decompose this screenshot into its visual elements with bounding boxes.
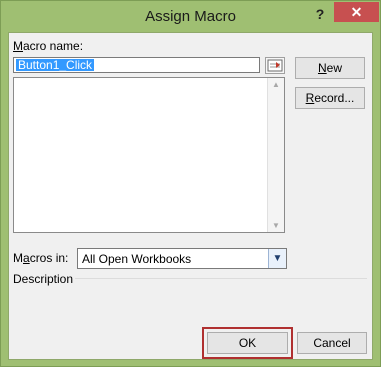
help-button[interactable]: ?: [309, 3, 331, 25]
macro-name-value: Button1_Click: [16, 58, 95, 72]
close-icon: ✕: [350, 4, 363, 20]
description-divider: [75, 278, 367, 279]
chevron-down-icon[interactable]: ▼: [268, 249, 286, 268]
assign-macro-dialog: Assign Macro ? ✕ Macro name: Button1_Cli…: [0, 0, 381, 367]
macro-name-input[interactable]: Button1_Click: [13, 57, 260, 73]
close-button[interactable]: ✕: [334, 2, 379, 22]
macros-in-value: All Open Workbooks: [82, 252, 192, 266]
collapse-dialog-icon: [267, 59, 283, 72]
macros-in-label: Macros in:: [13, 251, 69, 265]
macros-in-select[interactable]: All Open Workbooks ▼: [77, 248, 287, 269]
macro-list-scrollbar[interactable]: ▲ ▼: [267, 78, 284, 232]
macro-name-label: Macro name:: [13, 39, 84, 53]
collapse-dialog-button[interactable]: [265, 57, 285, 74]
cancel-button[interactable]: Cancel: [297, 332, 367, 354]
macro-list[interactable]: ▲ ▼: [13, 77, 285, 233]
scroll-up-arrow-icon[interactable]: ▲: [268, 80, 284, 89]
title-bar[interactable]: Assign Macro ? ✕: [1, 1, 380, 32]
ok-button[interactable]: OK: [207, 332, 288, 354]
dialog-body: Macro name: Button1_Click ▲ ▼ New Record…: [8, 32, 373, 360]
new-button[interactable]: New: [295, 57, 365, 79]
scroll-down-arrow-icon[interactable]: ▼: [268, 221, 284, 230]
record-button[interactable]: Record...: [295, 87, 365, 109]
description-label: Description: [13, 272, 74, 286]
